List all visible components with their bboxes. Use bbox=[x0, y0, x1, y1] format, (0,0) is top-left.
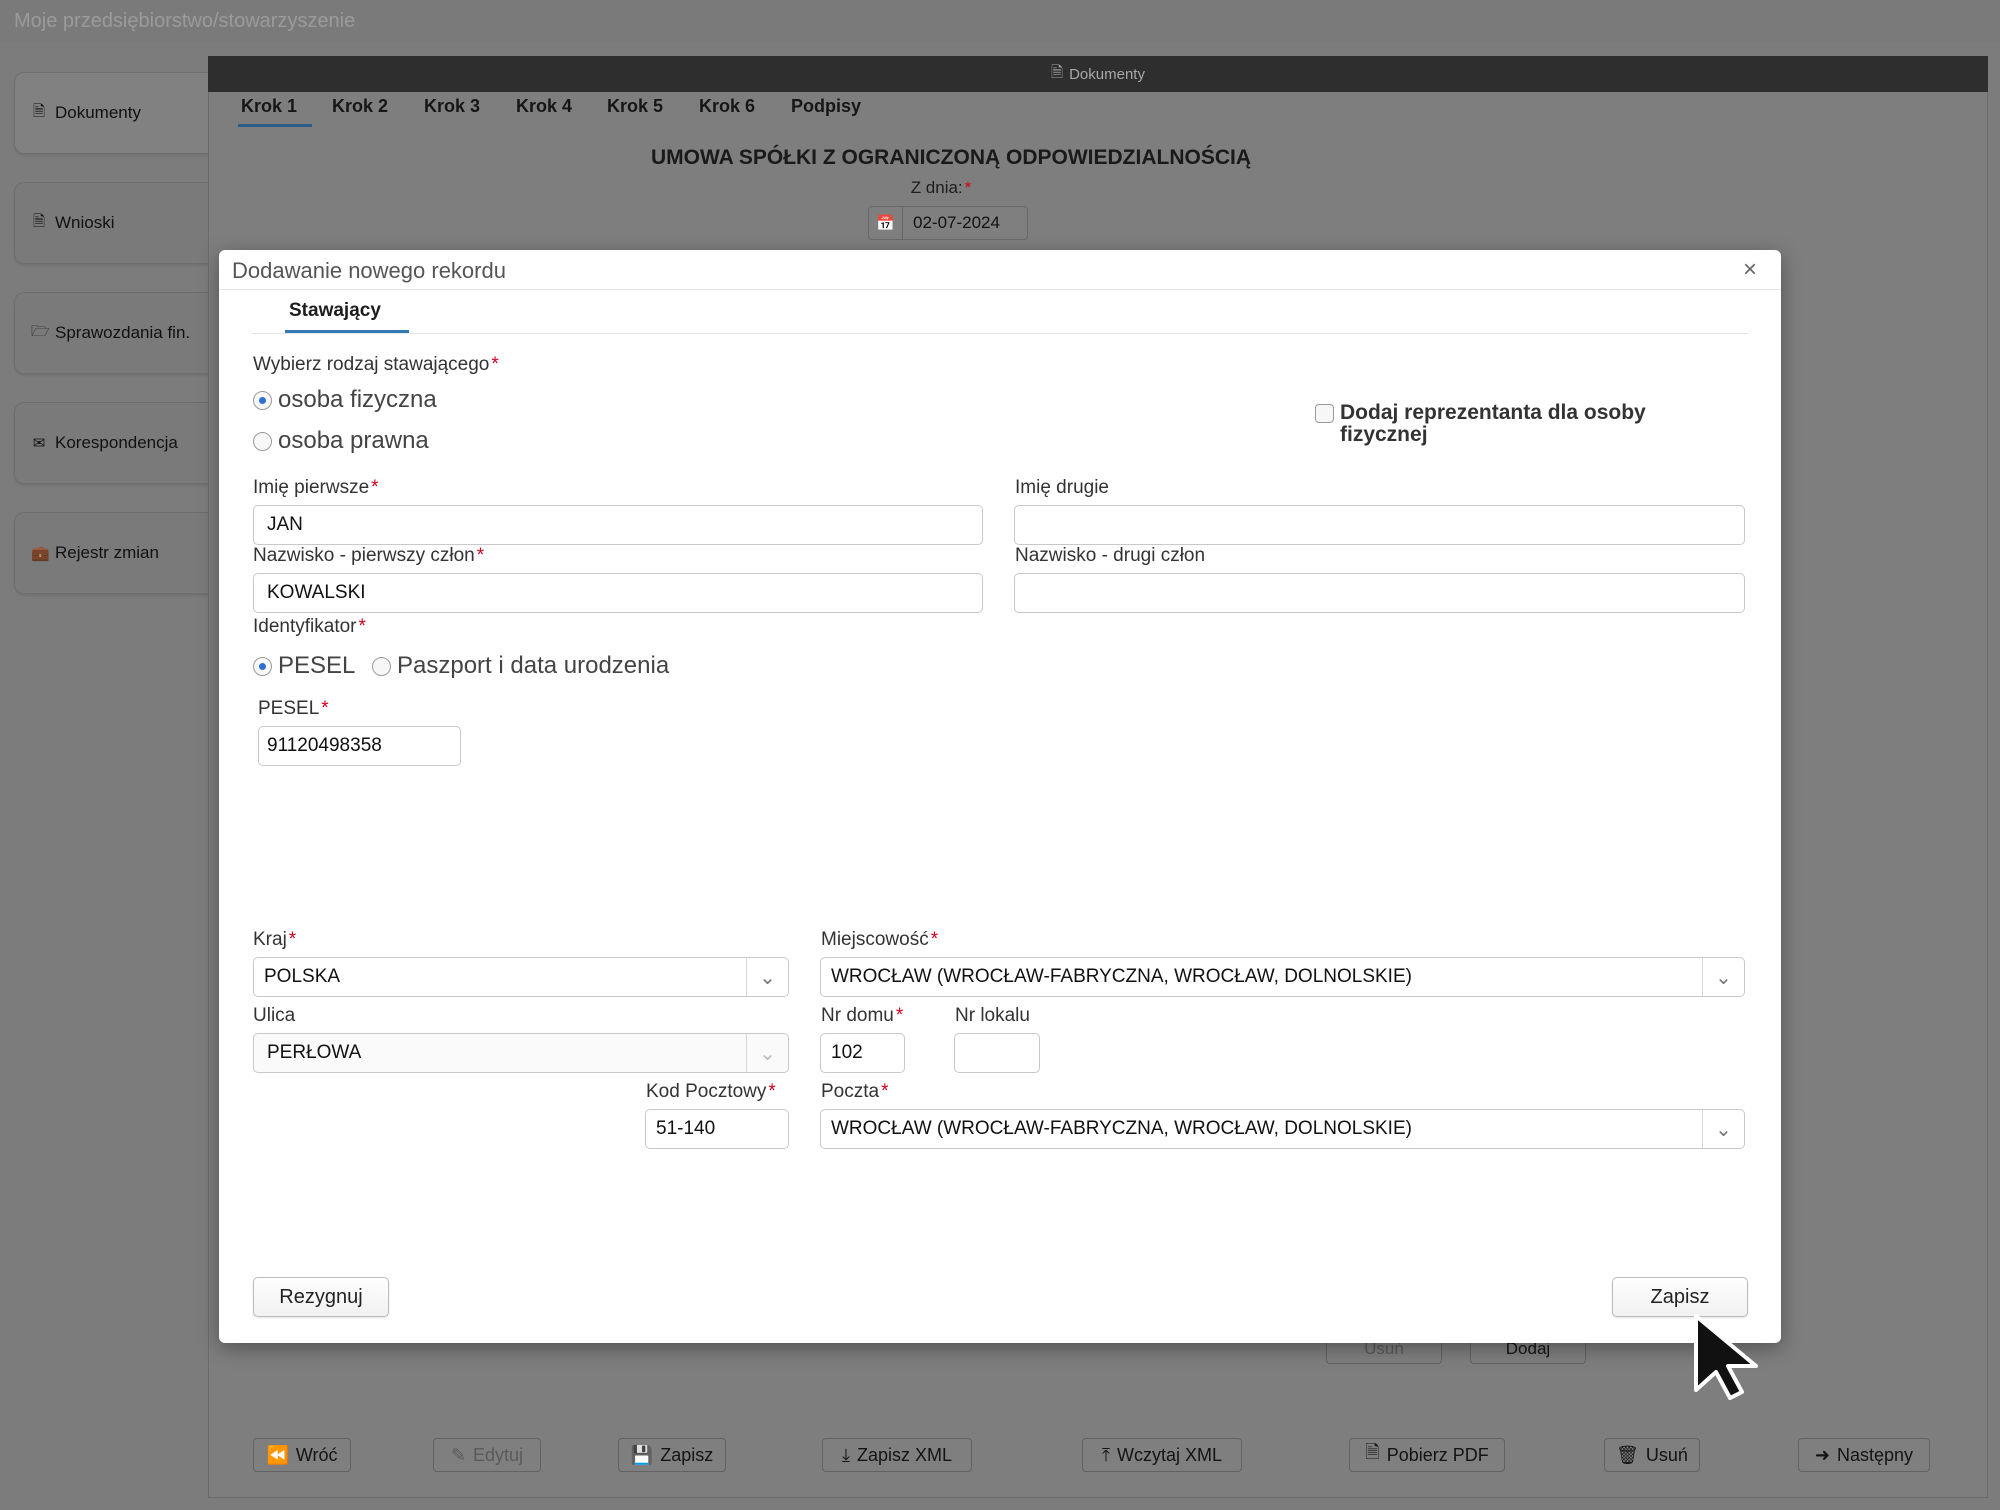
tabs-divider bbox=[252, 333, 1748, 334]
tab-step-6[interactable]: Krok 6 bbox=[699, 96, 755, 117]
surname-first-label: Nazwisko - pierwszy człon * bbox=[253, 545, 485, 566]
chevron-down-icon[interactable]: ⌄ bbox=[1702, 1110, 1744, 1148]
city-label: Miejscowość * bbox=[821, 929, 939, 950]
identifier-label: Identyfikator * bbox=[253, 616, 366, 637]
person-type-label: Wybierz rodzaj stawającego * bbox=[253, 354, 499, 375]
sidebar-item-label: Korespondencja bbox=[55, 433, 178, 452]
country-select[interactable]: POLSKA ⌄ bbox=[253, 957, 789, 997]
back-button[interactable]: ⏪ Wróć bbox=[253, 1438, 351, 1472]
tab-step-4[interactable]: Krok 4 bbox=[516, 96, 572, 117]
dialog-title: Dodawanie nowego rekordu bbox=[232, 258, 506, 283]
radio-passport[interactable]: Paszport i data urodzenia bbox=[372, 652, 669, 680]
date-value: 02-07-2024 bbox=[913, 213, 1000, 232]
save-xml-button[interactable]: ⤓ Zapisz XML bbox=[822, 1438, 972, 1472]
apartment-number-input[interactable] bbox=[954, 1033, 1040, 1073]
close-icon[interactable]: × bbox=[1743, 256, 1757, 284]
pesel-input[interactable]: 91120498358 bbox=[258, 726, 461, 766]
surname-second-label: Nazwisko - drugi człon bbox=[1015, 545, 1206, 566]
city-select[interactable]: WROCŁAW (WROCŁAW-FABRYCZNA, WROCŁAW, DOL… bbox=[820, 957, 1745, 997]
app-title: Moje przedsiębiorstwo/stowarzyszenie bbox=[14, 10, 356, 32]
radio-button[interactable] bbox=[253, 390, 272, 410]
upload-icon: ⤒ bbox=[1102, 1444, 1110, 1465]
arrow-right-icon: ➜ bbox=[1814, 1444, 1831, 1465]
rewind-icon: ⏪ bbox=[266, 1444, 289, 1465]
app-title-bar: Moje przedsiębiorstwo/stowarzyszenie bbox=[0, 0, 2000, 42]
document-title: UMOWA SPÓŁKI Z OGRANICZONĄ ODPOWIEDZIALN… bbox=[650, 146, 1252, 169]
cancel-button[interactable]: Rezygnuj bbox=[253, 1277, 389, 1317]
first-name-input[interactable]: JAN bbox=[253, 505, 983, 545]
calendar-icon[interactable]: 📅 bbox=[869, 207, 903, 239]
tab-step-2[interactable]: Krok 2 bbox=[332, 96, 388, 117]
save-button[interactable]: 💾 Zapisz bbox=[618, 1438, 726, 1472]
street-label: Ulica bbox=[253, 1005, 296, 1026]
add-record-dialog: Dodawanie nowego rekordu × Stawający Wyb… bbox=[219, 250, 1781, 1343]
envelope-icon: ✉ bbox=[32, 435, 46, 452]
surname-first-input[interactable]: KOWALSKI bbox=[253, 573, 983, 613]
trash-icon: 🗑 bbox=[1616, 1444, 1639, 1465]
sidebar-item-financial-reports[interactable]: 🗁 Sprawozdania fin. bbox=[14, 292, 210, 374]
edit-button[interactable]: ✎ Edytuj bbox=[433, 1438, 541, 1472]
sidebar-item-label: Wnioski bbox=[55, 213, 115, 232]
pesel-label: PESEL * bbox=[258, 698, 329, 719]
sidebar-item-change-log[interactable]: 💼 Rejestr zmian bbox=[14, 512, 210, 594]
radio-natural-person[interactable]: osoba fizyczna bbox=[253, 386, 437, 414]
house-number-input[interactable]: 102 bbox=[820, 1033, 905, 1073]
second-name-input[interactable] bbox=[1014, 505, 1745, 545]
radio-button[interactable] bbox=[372, 656, 391, 676]
tab-step-3[interactable]: Krok 3 bbox=[424, 96, 480, 117]
tab-step-5[interactable]: Krok 5 bbox=[607, 96, 663, 117]
tab-step-1[interactable]: Krok 1 bbox=[241, 96, 297, 117]
sidebar-item-label: Rejestr zmian bbox=[55, 543, 159, 562]
floppy-icon: 💾 bbox=[630, 1444, 654, 1465]
second-name-label: Imię drugie bbox=[1015, 477, 1109, 498]
document-icon: 🗎 bbox=[32, 102, 46, 120]
download-icon: ⤓ bbox=[842, 1444, 850, 1465]
post-office-label: Poczta * bbox=[821, 1081, 889, 1102]
delete-button[interactable]: 🗑 Usuń bbox=[1604, 1438, 1700, 1472]
postal-code-input[interactable]: 51-140 bbox=[645, 1109, 789, 1149]
tab-signatures[interactable]: Podpisy bbox=[791, 96, 861, 117]
document-icon: 🗎 bbox=[1051, 63, 1064, 81]
sidebar-item-requests[interactable]: 🗎 Wnioski bbox=[14, 182, 210, 264]
radio-button[interactable] bbox=[253, 431, 272, 451]
sidebar-item-label: Sprawozdania fin. bbox=[55, 323, 191, 342]
radio-legal-person[interactable]: osoba prawna bbox=[253, 427, 429, 455]
next-button[interactable]: ➜ Następny bbox=[1798, 1438, 1930, 1472]
edit-icon: ✎ bbox=[450, 1444, 467, 1465]
sidebar-item-correspondence[interactable]: ✉ Korespondencja bbox=[14, 402, 210, 484]
folder-icon: 🗁 bbox=[31, 322, 50, 340]
panel-header-label: Dokumenty bbox=[1069, 65, 1145, 83]
document-panel-header: 🗎 Dokumenty bbox=[208, 56, 1988, 92]
radio-pesel[interactable]: PESEL bbox=[253, 652, 355, 680]
checkbox[interactable] bbox=[1315, 404, 1334, 423]
briefcase-icon: 💼 bbox=[31, 545, 50, 562]
save-record-button[interactable]: Zapisz bbox=[1612, 1277, 1748, 1317]
representative-checkbox[interactable]: Dodaj reprezentanta dla osoby fizycznej bbox=[1315, 402, 1715, 446]
download-pdf-button[interactable]: 🗎 Pobierz PDF bbox=[1349, 1438, 1505, 1472]
date-label: Z dnia: * bbox=[910, 178, 972, 197]
postal-code-label: Kod Pocztowy * bbox=[646, 1081, 776, 1102]
first-name-label: Imię pierwsze * bbox=[253, 477, 379, 498]
radio-button[interactable] bbox=[253, 656, 272, 676]
chevron-down-icon[interactable]: ⌄ bbox=[746, 1034, 788, 1072]
house-number-label: Nr domu * bbox=[821, 1005, 904, 1026]
sidebar-item-documents[interactable]: 🗎 Dokumenty bbox=[14, 72, 210, 154]
sidebar-item-label: Dokumenty bbox=[55, 103, 141, 122]
country-label: Kraj * bbox=[253, 929, 297, 950]
load-xml-button[interactable]: ⤒ Wczytaj XML bbox=[1082, 1438, 1242, 1472]
chevron-down-icon[interactable]: ⌄ bbox=[1702, 958, 1744, 996]
tab-stawajacy[interactable]: Stawający bbox=[289, 300, 381, 322]
apartment-number-label: Nr lokalu bbox=[955, 1005, 1030, 1026]
surname-second-input[interactable] bbox=[1014, 573, 1745, 613]
mouse-pointer-icon bbox=[1694, 1314, 1758, 1400]
chevron-down-icon[interactable]: ⌄ bbox=[746, 958, 788, 996]
date-input[interactable]: 📅 02-07-2024 bbox=[868, 206, 1028, 240]
post-office-select[interactable]: WROCŁAW (WROCŁAW-FABRYCZNA, WROCŁAW, DOL… bbox=[820, 1109, 1745, 1149]
active-tab-indicator bbox=[238, 124, 312, 127]
pdf-icon: 🗎 bbox=[1365, 1442, 1380, 1462]
request-icon: 🗎 bbox=[32, 212, 46, 230]
street-select[interactable]: PERŁOWA ⌄ bbox=[253, 1033, 789, 1073]
